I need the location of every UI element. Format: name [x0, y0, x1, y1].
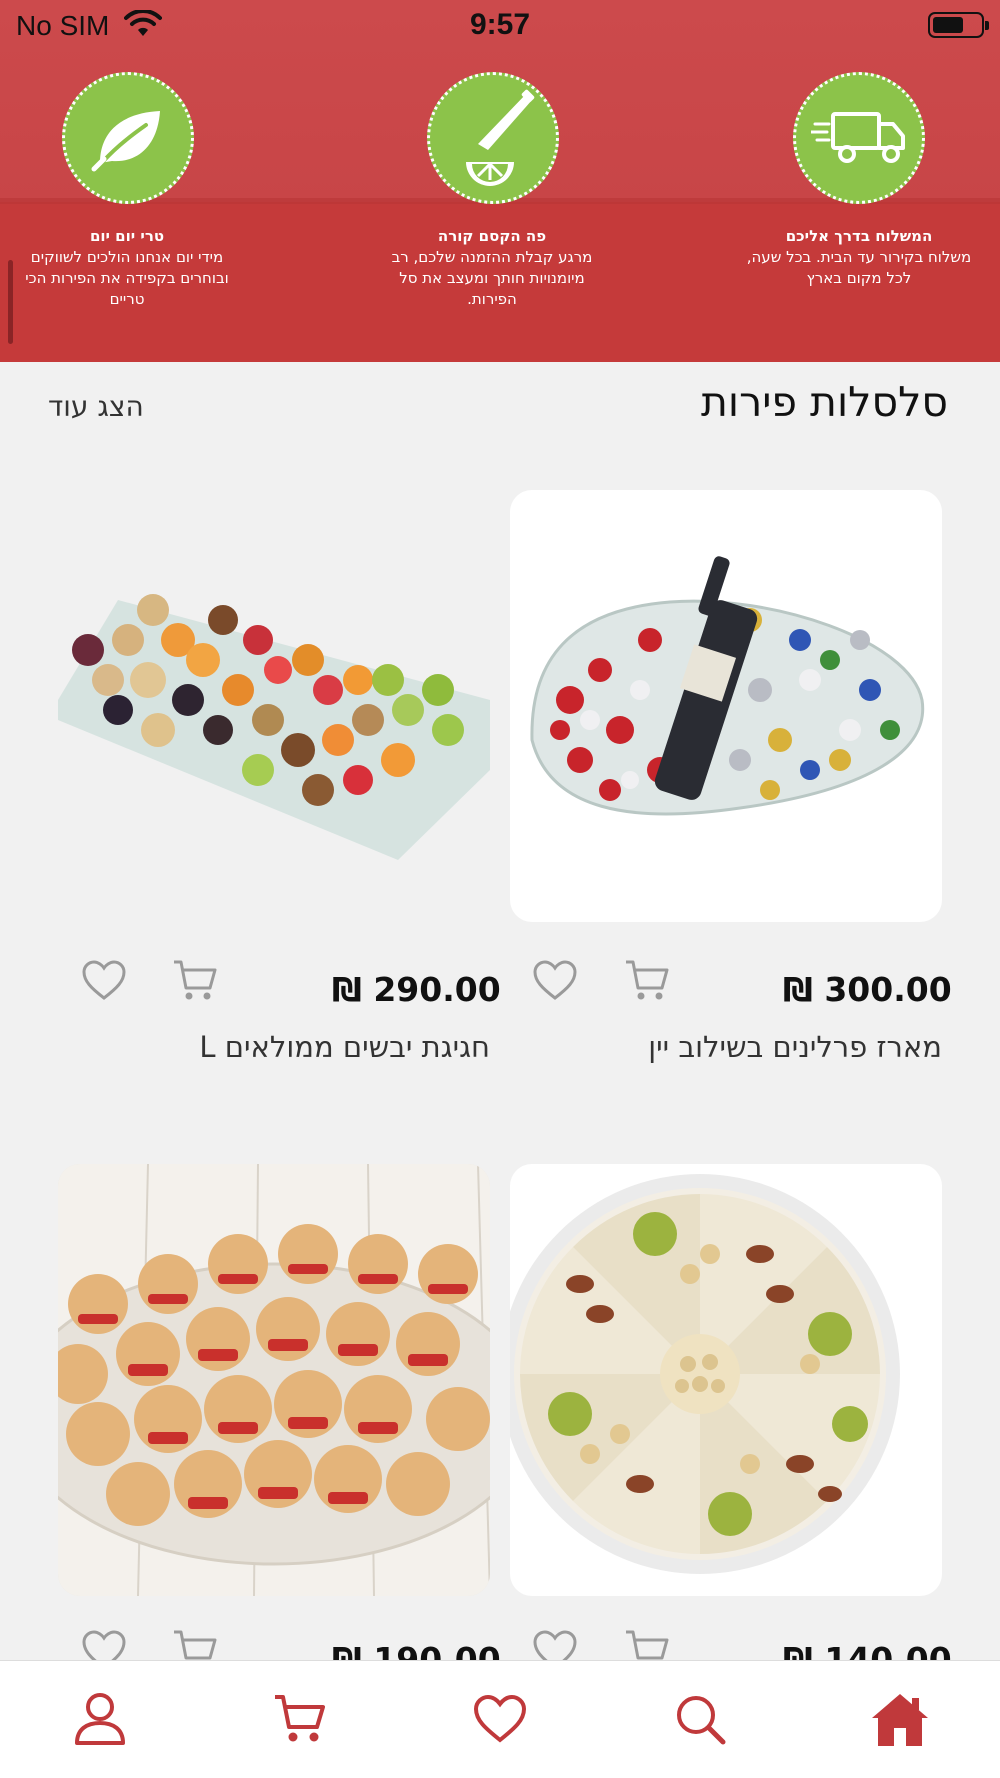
- feature-magic-title: פה הקסם קורה: [437, 227, 547, 245]
- product-price: ₪ 290.00: [332, 970, 501, 1009]
- feature-fresh-title: טרי יום יום: [89, 227, 165, 245]
- truck-icon: [793, 72, 925, 204]
- product-name[interactable]: מארז פרלינים בשילוב יין: [502, 1030, 942, 1064]
- cart-icon: [174, 960, 217, 1000]
- user-icon: [75, 1693, 125, 1745]
- feature-fresh: טרי יום יום מידי יום אנחנו הולכים לשווקי…: [12, 226, 242, 310]
- nav-home[interactable]: [870, 1689, 930, 1749]
- product-image-cream-puffs[interactable]: [58, 1164, 490, 1596]
- cart-icon: [275, 1695, 325, 1742]
- scroll-indicator[interactable]: [8, 260, 13, 344]
- bottom-nav: [0, 1660, 1000, 1778]
- nav-search[interactable]: [670, 1689, 730, 1749]
- feature-fresh-line: ובוחרים בקפידה את הפירות הכי: [25, 269, 229, 287]
- product-image-pralines[interactable]: [510, 490, 942, 922]
- leaf-icon: [62, 72, 194, 204]
- feature-magic-line: הפירות.: [467, 290, 517, 308]
- features-banner: No SIM 9:57 טרי יום יום מידי יום אנחנו ה…: [0, 0, 1000, 362]
- knife-icon: [427, 72, 559, 204]
- add-to-cart-button[interactable]: [170, 955, 220, 1005]
- add-to-cart-button[interactable]: [622, 955, 672, 1005]
- product-image-nut-platter[interactable]: [510, 1164, 942, 1596]
- feature-delivery-line: לכל מקום בארץ: [806, 269, 912, 287]
- section-title: סלסלות פירות: [700, 378, 948, 426]
- feature-fresh-line: מידי יום אנחנו הולכים לשווקים: [30, 248, 224, 266]
- feature-delivery-line: משלוח בקירור עד הבית. בכל שעה,: [746, 248, 972, 266]
- product-name[interactable]: חגיגת יבשים ממולאים L: [50, 1030, 490, 1064]
- feature-delivery-title: המשלוח בדרך אליכם: [785, 227, 933, 245]
- heart-icon: [533, 960, 577, 1000]
- nav-profile[interactable]: [70, 1689, 130, 1749]
- status-bar: No SIM 9:57: [0, 0, 1000, 50]
- feature-fresh-line: טריים: [109, 290, 145, 308]
- favorite-button[interactable]: [530, 955, 580, 1005]
- nav-favorites[interactable]: [470, 1689, 530, 1749]
- product-image-dried-fruits[interactable]: [58, 490, 490, 922]
- heart-icon: [473, 1694, 527, 1743]
- feature-delivery: המשלוח בדרך אליכם משלוח בקירור עד הבית. …: [744, 226, 974, 289]
- heart-icon: [82, 960, 126, 1000]
- home-icon: [872, 1694, 928, 1746]
- battery-icon: [928, 12, 989, 38]
- show-more-link[interactable]: הצג עוד: [48, 390, 144, 423]
- favorite-button[interactable]: [79, 955, 129, 1005]
- feature-magic-line: מיומנויות חותך ומעצב את סל: [399, 269, 585, 287]
- product-price: ₪ 300.00: [783, 970, 952, 1009]
- search-icon: [677, 1696, 726, 1745]
- feature-magic-line: מרגע קבלת ההזמנה שלכם, רב: [391, 248, 593, 266]
- cart-icon: [626, 960, 669, 1000]
- clock: 9:57: [469, 8, 531, 41]
- feature-magic: פה הקסם קורה מרגע קבלת ההזמנה שלכם, רב מ…: [377, 226, 607, 310]
- nav-cart[interactable]: [270, 1689, 330, 1749]
